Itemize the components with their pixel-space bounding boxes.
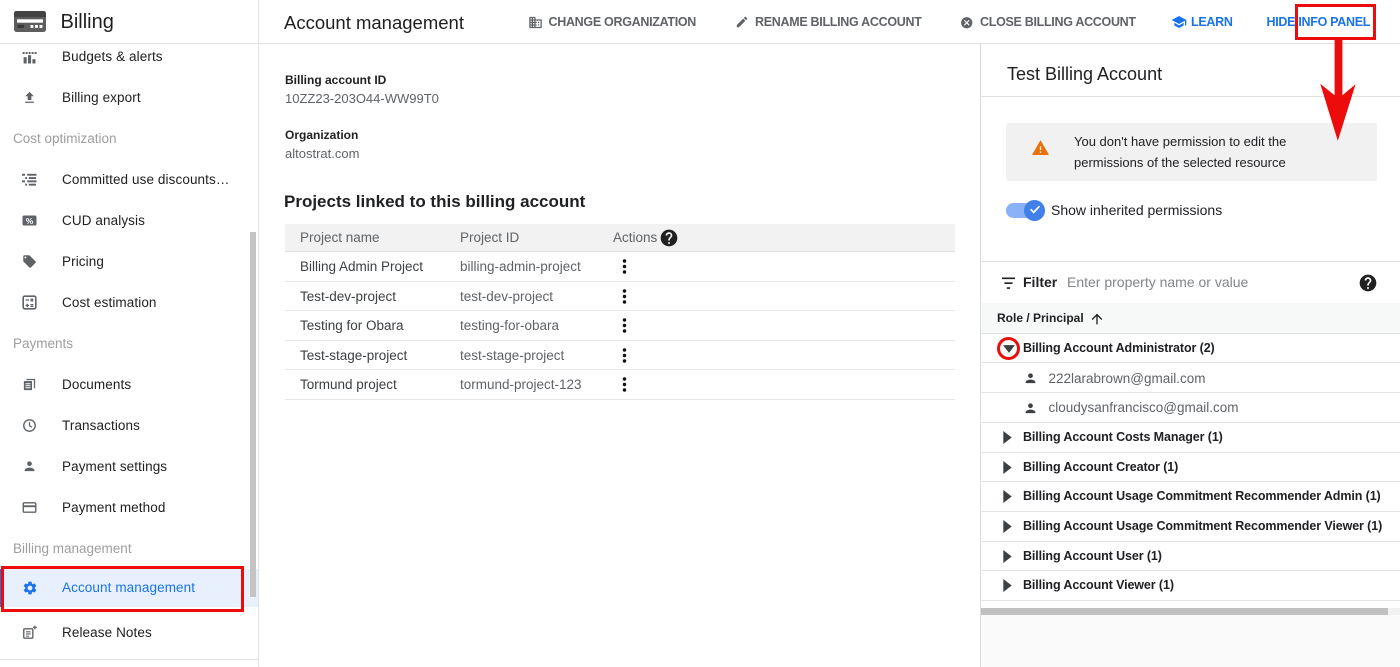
svg-text:%: % <box>25 216 33 226</box>
